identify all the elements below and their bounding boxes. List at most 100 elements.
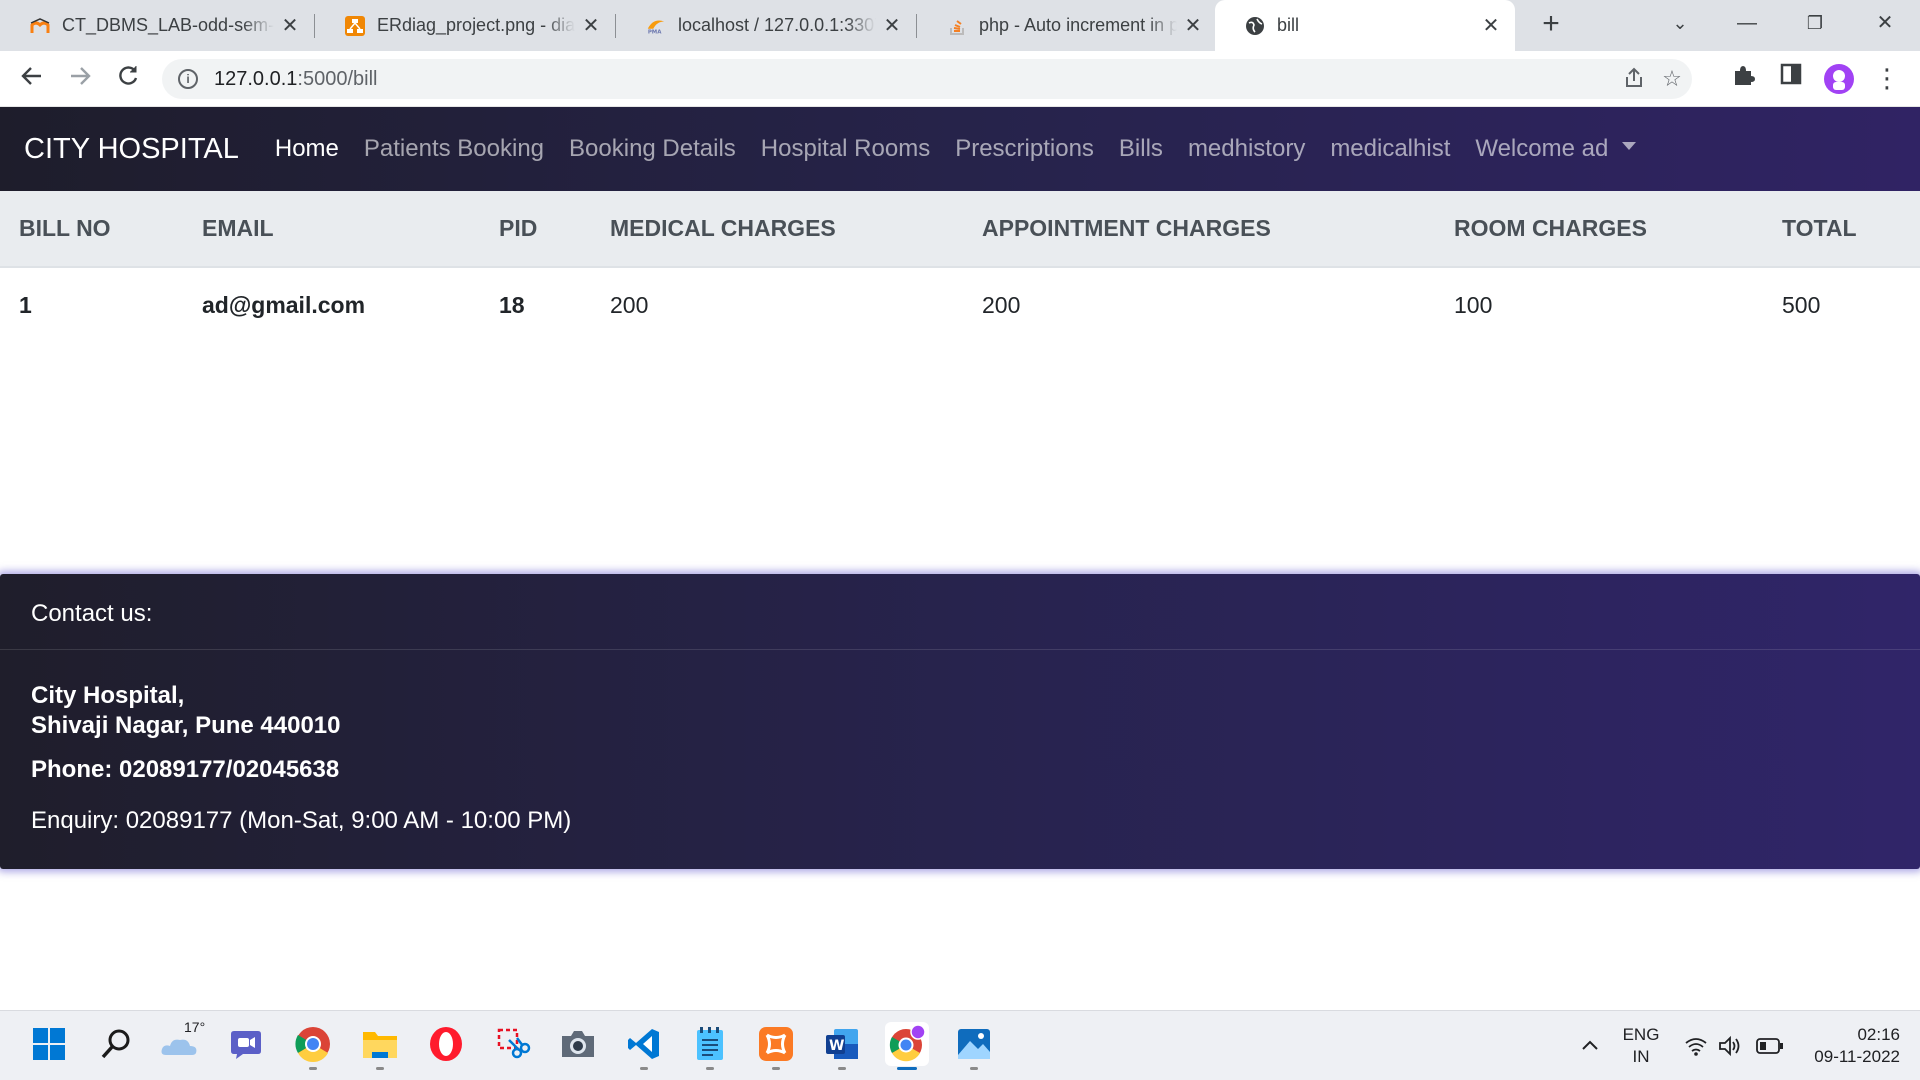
minimize-button[interactable]: — [1727, 8, 1767, 38]
xampp-icon [759, 1027, 793, 1061]
close-icon[interactable]: ✕ [581, 16, 601, 36]
total-cell: 500 [1782, 292, 1821, 318]
globe-icon [1245, 16, 1265, 36]
drawio-icon [345, 15, 365, 36]
weather-widget[interactable]: 17° [158, 1019, 205, 1066]
xampp-app[interactable] [754, 1022, 798, 1070]
nav-prescriptions[interactable]: Prescriptions [955, 135, 1094, 163]
reload-button[interactable] [112, 63, 144, 95]
pid-cell: 18 [499, 292, 525, 318]
opera-icon [430, 1027, 462, 1061]
running-indicator [838, 1067, 846, 1070]
vscode-app[interactable] [622, 1022, 666, 1070]
lang-code: ENG [1622, 1025, 1660, 1044]
nav-booking-details[interactable]: Booking Details [569, 135, 736, 163]
volume-icon[interactable] [1718, 1035, 1742, 1057]
nav-hospital-rooms[interactable]: Hospital Rooms [761, 135, 930, 163]
windows-taskbar: 17° W ENG IN 02:16 09-11-2022 [0, 1010, 1920, 1080]
stackoverflow-icon [947, 16, 967, 36]
footer-heading: Contact us: [0, 574, 1920, 650]
nav-patients-booking[interactable]: Patients Booking [364, 135, 544, 163]
forward-button[interactable] [64, 63, 96, 95]
notepad-app[interactable] [688, 1022, 732, 1070]
tab-bill-active[interactable]: bill ✕ [1215, 0, 1515, 51]
search-icon [101, 1029, 130, 1059]
extensions-icon[interactable] [1728, 63, 1758, 93]
menu-kebab-icon[interactable]: ⋮ [1872, 63, 1902, 93]
chrome-profile-app-active[interactable] [885, 1022, 929, 1070]
chrome-app[interactable] [291, 1022, 335, 1070]
browser-tab-strip: CT_DBMS_LAB-odd-sem-2 ✕ ERdiag_project.p… [0, 0, 1920, 51]
running-indicator [376, 1067, 384, 1070]
close-icon[interactable]: ✕ [882, 16, 902, 36]
folder-icon [363, 1032, 397, 1058]
column-header: EMAIL [202, 191, 499, 268]
bookmark-star-icon[interactable]: ☆ [1660, 67, 1684, 91]
wifi-icon[interactable] [1684, 1035, 1708, 1057]
info-icon[interactable]: i [178, 69, 198, 89]
site-brand[interactable]: CITY HOSPITAL [24, 133, 239, 166]
nav-links: Home Patients Booking Booking Details Ho… [275, 135, 1661, 163]
tab-stackoverflow[interactable]: php - Auto increment in phpmyadmin ✕ [917, 0, 1217, 51]
word-app[interactable]: W [820, 1022, 864, 1070]
side-panel-icon[interactable] [1776, 63, 1806, 93]
user-dropdown[interactable]: Welcome ad [1475, 135, 1637, 163]
language-indicator[interactable]: ENG IN [1620, 1024, 1662, 1068]
battery-icon[interactable] [1756, 1037, 1784, 1055]
notepad-icon [697, 1027, 723, 1060]
opera-app[interactable] [424, 1022, 468, 1066]
chrome-icon [295, 1027, 330, 1062]
back-button[interactable] [16, 63, 48, 95]
column-header: MEDICAL CHARGES [610, 191, 982, 268]
nav-medicalhist[interactable]: medicalhist [1330, 135, 1450, 163]
close-icon[interactable]: ✕ [280, 16, 300, 36]
photos-icon [958, 1029, 990, 1059]
running-indicator [640, 1067, 648, 1070]
restore-button[interactable]: ❐ [1795, 8, 1835, 38]
tab-phpmyadmin[interactable]: PMA localhost / 127.0.0.1:3307 ✕ [616, 0, 916, 51]
column-header: TOTAL [1782, 191, 1920, 268]
address-line: Shivaji Nagar, Pune 440010 [31, 712, 341, 739]
tab-moodle[interactable]: CT_DBMS_LAB-odd-sem-2 ✕ [0, 0, 314, 51]
snipping-icon [497, 1028, 531, 1059]
clock-time: 02:16 [1857, 1025, 1900, 1044]
nav-medhistory[interactable]: medhistory [1188, 135, 1305, 163]
system-clock[interactable]: 02:16 09-11-2022 [1800, 1024, 1900, 1068]
new-tab-button[interactable]: + [1536, 9, 1566, 40]
medical-charges-cell: 200 [610, 292, 649, 318]
clock-date: 09-11-2022 [1814, 1047, 1900, 1066]
teams-chat-app[interactable] [224, 1022, 268, 1066]
nav-bills[interactable]: Bills [1119, 135, 1163, 163]
nav-home[interactable]: Home [275, 135, 339, 163]
show-hidden-icons-chevron-up-icon[interactable] [1578, 1033, 1602, 1057]
window-close-button[interactable]: ✕ [1865, 8, 1905, 38]
running-indicator [309, 1067, 317, 1070]
address-bar[interactable]: i 127.0.0.1:5000/bill ☆ [162, 59, 1692, 99]
share-icon[interactable] [1622, 67, 1646, 91]
tab-title: php - Auto increment in phpmyadmin [979, 15, 1177, 35]
windows-logo-icon [33, 1028, 65, 1060]
camera-icon [562, 1031, 594, 1057]
tab-title: bill [1277, 15, 1300, 35]
close-icon[interactable]: ✕ [1481, 16, 1501, 36]
camera-app[interactable] [556, 1022, 600, 1066]
browser-toolbar: i 127.0.0.1:5000/bill ☆ ⋮ [0, 51, 1920, 107]
phpmyadmin-icon: PMA [646, 16, 666, 36]
table-header-row: BILL NO EMAIL PID MEDICAL CHARGES APPOIN… [0, 191, 1920, 268]
snipping-tool-app[interactable] [491, 1022, 535, 1066]
address-line: City Hospital, [31, 682, 185, 709]
search-button[interactable] [94, 1022, 138, 1066]
photos-app[interactable] [952, 1022, 996, 1070]
user-dropdown-label: Welcome ad [1475, 135, 1609, 162]
start-button[interactable] [27, 1022, 71, 1066]
url-text: 127.0.0.1:5000/bill [214, 68, 378, 90]
svg-text:PMA: PMA [648, 29, 662, 35]
column-header: ROOM CHARGES [1454, 191, 1782, 268]
tab-search-icon[interactable]: ⌄ [1660, 8, 1700, 38]
tab-title: localhost / 127.0.0.1:3307 [678, 15, 876, 35]
file-explorer-app[interactable] [358, 1022, 402, 1070]
close-icon[interactable]: ✕ [1183, 16, 1203, 36]
tab-drawio[interactable]: ERdiag_project.png - diagrams.net ✕ [315, 0, 615, 51]
caret-down-icon [1622, 141, 1637, 150]
profile-avatar[interactable] [1824, 64, 1854, 94]
